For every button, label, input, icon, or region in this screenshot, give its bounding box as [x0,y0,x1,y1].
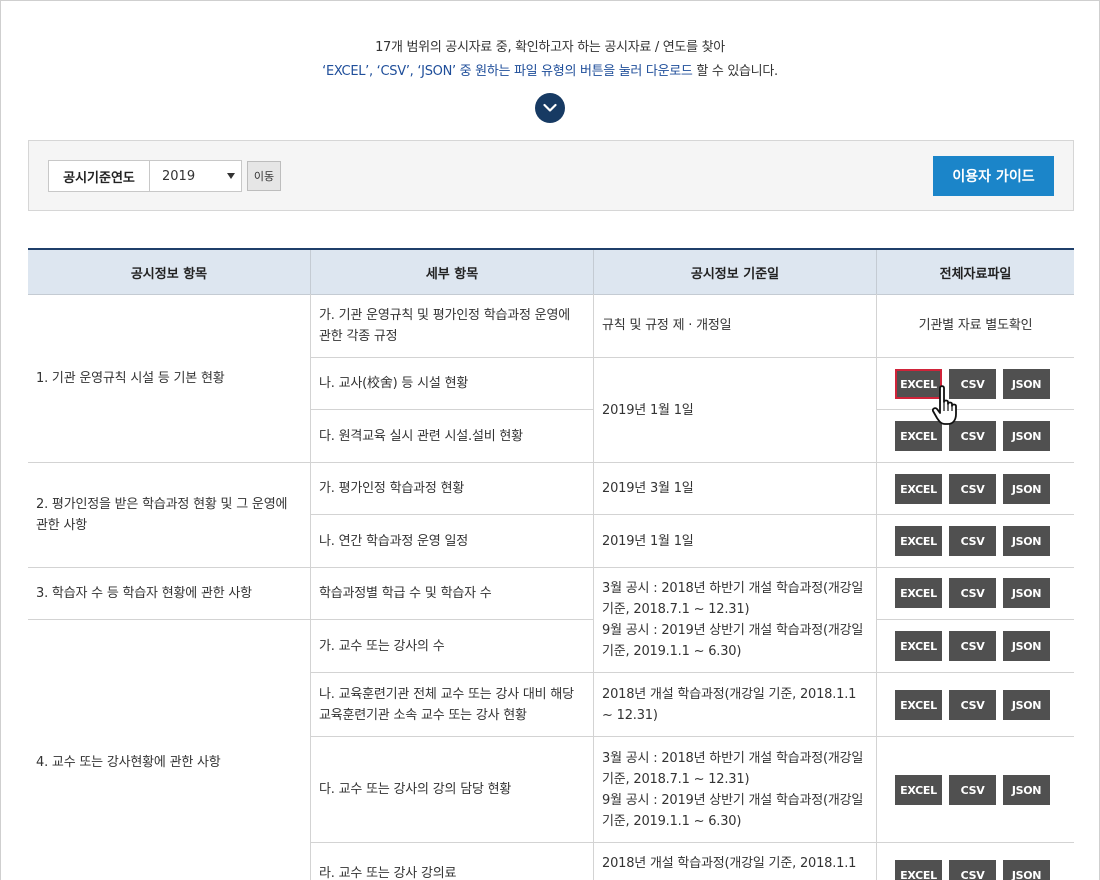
date-5-b: 9월 공시 : 2019년 상반기 개설 학습과정(개강일 기준, 2019.1… [602,623,864,659]
header-files: 전체자료파일 [939,267,1012,282]
intro-line-2: ‘EXCEL’, ‘CSV’, ‘JSON’ 중 원하는 파일 유형의 버튼을 … [0,60,1100,84]
category-4-label: 4. 교수 또는 강사현황에 관한 사항 [36,755,221,770]
detail-3: 학습과정별 학급 수 및 학습자 수 [311,568,594,620]
header-detail: 세부 항목 [311,250,594,295]
table-header: 공시정보 항목 세부 항목 공시정보 기준일 전체자료파일 [28,250,1074,295]
json-button[interactable]: JSON [1003,690,1050,720]
download-group-4-ga: EXCEL CSV JSON [895,631,1050,661]
date-3: 2019년 3월 1일 [594,463,877,515]
json-button[interactable]: JSON [1003,474,1050,504]
download-group-4-na: EXCEL CSV JSON [895,690,1050,720]
excel-button[interactable]: EXCEL [895,631,942,661]
excel-button[interactable]: EXCEL [895,578,942,608]
json-button[interactable]: JSON [1003,631,1050,661]
json-button[interactable]: JSON [1003,860,1050,880]
date-5-a: 3월 공시 : 2018년 하반기 개설 학습과정(개강일 기준, 2018.7… [602,581,864,617]
disclosure-table: 공시정보 항목 세부 항목 공시정보 기준일 전체자료파일 [28,248,1074,295]
excel-button[interactable]: EXCEL [895,474,942,504]
date-7-a: 3월 공시 : 2018년 하반기 개설 학습과정(개강일 기준, 2018.7… [602,750,864,787]
detail-1-ga: 가. 기관 운영규칙 및 평가인정 학습과정 운영에 관한 각종 규정 [311,294,594,358]
excel-button[interactable]: EXCEL [895,860,942,880]
move-button[interactable]: 이동 [247,161,281,191]
download-group-1-da: EXCEL CSV JSON [895,421,1050,451]
csv-button[interactable]: CSV [949,474,996,504]
user-guide-button[interactable]: 이용자 가이드 [933,156,1054,196]
date-5: 3월 공시 : 2018년 하반기 개설 학습과정(개강일 기준, 2018.7… [594,568,877,673]
chevron-down-icon[interactable] [535,93,565,123]
excel-button[interactable]: EXCEL [895,775,942,805]
json-button[interactable]: JSON [1003,369,1050,399]
csv-button[interactable]: CSV [949,526,996,556]
date-2: 2019년 1월 1일 [594,358,877,463]
csv-button[interactable]: CSV [949,578,996,608]
header-category: 공시정보 항목 [28,250,311,295]
date-7: 3월 공시 : 2018년 하반기 개설 학습과정(개강일 기준, 2018.7… [594,737,877,843]
detail-1-na: 나. 교사(校舍) 등 시설 현황 [311,358,594,410]
json-button[interactable]: JSON [1003,775,1050,805]
download-group-1-na: EXCEL CSV JSON [895,369,1050,399]
download-group-4-da: EXCEL CSV JSON [895,775,1050,805]
detail-4-ra: 라. 교수 또는 강사 강의료 [311,843,594,880]
year-label: 공시기준연도 [48,160,149,192]
detail-2-na: 나. 연간 학습과정 운영 일정 [311,515,594,568]
download-group-3: EXCEL CSV JSON [895,578,1050,608]
csv-button[interactable]: CSV [949,775,996,805]
csv-button[interactable]: CSV [949,860,996,880]
category-2: 2. 평가인정을 받은 학습과정 현황 및 그 운영에 관한 사항 [28,463,311,568]
year-select-value: 2019 [162,168,196,184]
download-group-4-ra: EXCEL CSV JSON [895,860,1050,880]
file-note: 기관별 자료 별도확인 [877,294,1074,358]
date-7-b: 9월 공시 : 2019년 상반기 개설 학습과정(개강일 기준, 2019.1… [602,792,864,829]
header-date: 공시정보 기준일 [594,250,877,295]
json-button[interactable]: JSON [1003,421,1050,451]
date-1: 규칙 및 규정 제 · 개정일 [594,294,877,358]
hand-pointer-icon [932,385,957,425]
excel-button[interactable]: EXCEL [895,526,942,556]
year-select[interactable]: 2019 [149,160,242,192]
detail-4-da: 다. 교수 또는 강사의 강의 담당 현황 [311,737,594,843]
date-8: 2018년 개설 학습과정(개강일 기준, 2018.1.1 ~ [594,843,877,880]
search-panel: 공시기준연도 2019 이동 이용자 가이드 [28,140,1074,211]
category-3: 3. 학습자 수 등 학습자 현황에 관한 사항 [28,568,311,620]
excel-button[interactable]: EXCEL [895,690,942,720]
detail-4-ga: 가. 교수 또는 강사의 수 [311,620,594,673]
csv-button[interactable]: CSV [949,690,996,720]
json-button[interactable]: JSON [1003,526,1050,556]
detail-1-da: 다. 원격교육 실시 관련 시설.설비 현황 [311,410,594,463]
intro-line-1: 17개 범위의 공시자료 중, 확인하고자 하는 공시자료 / 연도를 찾아 [375,40,725,55]
caret-down-icon [227,173,235,179]
category-4: 4. 교수 또는 강사현황에 관한 사항 [28,620,311,880]
detail-4-na: 나. 교육훈련기관 전체 교수 또는 강사 대비 해당 교육훈련기관 소속 교수… [311,673,594,737]
download-group-2-na: EXCEL CSV JSON [895,526,1050,556]
intro-text: 17개 범위의 공시자료 중, 확인하고자 하는 공시자료 / 연도를 찾아 ‘… [0,36,1100,84]
category-1: 1. 기관 운영규칙 시설 등 기본 현황 [28,294,311,463]
download-group-2-ga: EXCEL CSV JSON [895,474,1050,504]
date-4: 2019년 1월 1일 [594,515,877,568]
detail-2-ga: 가. 평가인정 학습과정 현황 [311,463,594,515]
json-button[interactable]: JSON [1003,578,1050,608]
date-6: 2018년 개설 학습과정(개강일 기준, 2018.1.1 ~ 12.31) [594,673,877,737]
intro-line-2-highlight: ‘EXCEL’, ‘CSV’, ‘JSON’ 중 원하는 파일 유형의 버튼을 … [322,64,693,79]
csv-button[interactable]: CSV [949,631,996,661]
intro-line-2-rest: 할 수 있습니다. [692,64,778,79]
